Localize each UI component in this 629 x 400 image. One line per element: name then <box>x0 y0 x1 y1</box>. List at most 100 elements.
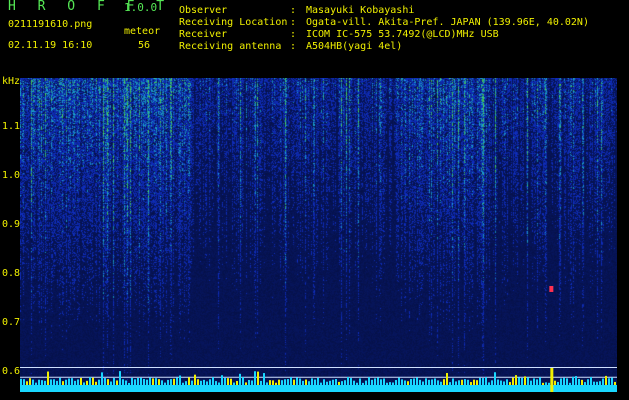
spectrum-bin <box>290 377 292 385</box>
spectrum-bin <box>215 381 217 385</box>
spectrum-bin <box>575 376 577 385</box>
spectrum-bin <box>191 380 193 385</box>
spectrum-bin <box>308 381 310 385</box>
spectrum-bin <box>605 375 607 385</box>
spectrum-bin <box>176 377 178 385</box>
spectrum-bin <box>86 380 88 385</box>
spectrum-bin <box>359 378 361 385</box>
spectrum-bin <box>116 380 118 385</box>
spectrum-bin <box>335 379 337 385</box>
spectrum-bin <box>461 379 463 385</box>
spectrum-bin <box>356 382 358 385</box>
spectrum-bin <box>389 382 391 385</box>
spectrum-bin <box>203 379 205 385</box>
spectrum-bin <box>161 380 163 385</box>
y-tick-label: 0.9 <box>2 219 21 231</box>
timestamp: 02.11.19 16:10 <box>8 40 93 51</box>
spectrum-bin <box>521 377 523 385</box>
spectrum-baseline <box>20 385 617 392</box>
spectrum-bin <box>467 379 469 385</box>
spectrum-bin <box>20 378 22 385</box>
spectrum-bin <box>74 380 76 385</box>
spectrum-bin <box>503 381 505 385</box>
spectrum-bin <box>320 382 322 385</box>
info-separator: : <box>290 41 297 52</box>
spectrum-bin <box>464 379 466 385</box>
spectrum-bin <box>182 382 184 385</box>
spectrum-bin <box>434 378 436 385</box>
spectrum-bin <box>275 382 277 385</box>
spectrum-bin <box>329 380 331 385</box>
spectrum-bin <box>62 381 64 385</box>
spectrum-bin <box>83 382 85 385</box>
meteor-echo-mark <box>549 285 554 292</box>
spectrum-bin <box>221 375 223 385</box>
spectrum-bin <box>350 378 352 385</box>
info-key: Receiving antenna <box>179 41 282 52</box>
spectrum-bin <box>383 378 385 385</box>
spectrum-bin <box>374 378 376 385</box>
spectrum-bin <box>611 377 613 385</box>
spectrum-bin <box>443 379 445 385</box>
spectrum-bin <box>413 378 415 385</box>
spectrum-bin <box>581 379 583 385</box>
spectrum-bin <box>368 377 370 385</box>
y-tick-label: 0.6 <box>2 366 21 378</box>
y-tick-label: 1.1 <box>2 121 21 133</box>
spectrum-bin <box>428 379 430 385</box>
spectrum-bin <box>452 378 454 385</box>
spectrum-bin <box>548 382 550 385</box>
spectrum-bin <box>536 379 538 385</box>
meteor-spectrum-spike <box>550 368 554 392</box>
spectrum-bin <box>338 381 340 385</box>
spectrum-bin <box>155 378 157 385</box>
y-tick-label: 1.0 <box>2 170 21 182</box>
spectrum-bin <box>119 371 121 385</box>
spectrum-bin <box>92 377 94 385</box>
spectrum-bin <box>578 378 580 385</box>
spectrum-bin <box>152 378 154 385</box>
spectrum-bin <box>272 380 274 385</box>
spectrogram-overlay <box>20 285 617 392</box>
spectrum-bin <box>512 377 514 385</box>
spectrum-bin <box>251 380 253 385</box>
spectrum-bin <box>68 378 70 385</box>
spectrum-bin <box>104 378 106 385</box>
spectrum-bin <box>341 381 343 385</box>
info-value: A504HB(yagi 4el) <box>306 41 403 52</box>
spectrum-bin <box>47 371 49 385</box>
spectrum-bin <box>233 382 235 385</box>
spectrum-bin <box>476 380 478 385</box>
info-key: Receiving Location <box>179 17 288 28</box>
spectrum-bin <box>599 381 601 385</box>
spectrum-bin <box>554 380 556 385</box>
spectrum-bin <box>584 382 586 385</box>
spectrum-bin <box>518 377 520 385</box>
spectrum-bin <box>593 381 595 385</box>
spectrum-bin <box>332 379 334 385</box>
spectrum-bin <box>500 380 502 385</box>
spectrum-bin <box>425 378 427 385</box>
spectrum-bin <box>254 371 256 385</box>
spectrum-bin <box>509 382 511 385</box>
spectrum-bin <box>296 377 298 385</box>
spectrum-bin <box>485 377 487 385</box>
spectrum-bin <box>530 380 532 385</box>
spectrum-bin <box>527 377 529 385</box>
spectrum-bin <box>398 377 400 385</box>
spectrum-bin <box>533 378 535 385</box>
spectrum-bin <box>563 377 565 385</box>
spectrum-bin <box>80 377 82 385</box>
spectrum-bin <box>311 378 313 385</box>
spectrum-bin <box>125 380 127 385</box>
spectrum-bin <box>323 379 325 385</box>
spectrum-bin <box>560 378 562 385</box>
spectrum-bin <box>227 378 229 385</box>
spectrum-bin <box>248 379 250 385</box>
spectrogram-plot <box>20 78 617 392</box>
spectrum-bin <box>269 380 271 385</box>
meteor-label: meteor <box>124 26 161 37</box>
spectrum-bin <box>134 379 136 385</box>
header-panel: H R O F F T 1.0.0 0211191610.png 02.11.1… <box>0 0 629 76</box>
spectrum-bin <box>377 377 379 385</box>
